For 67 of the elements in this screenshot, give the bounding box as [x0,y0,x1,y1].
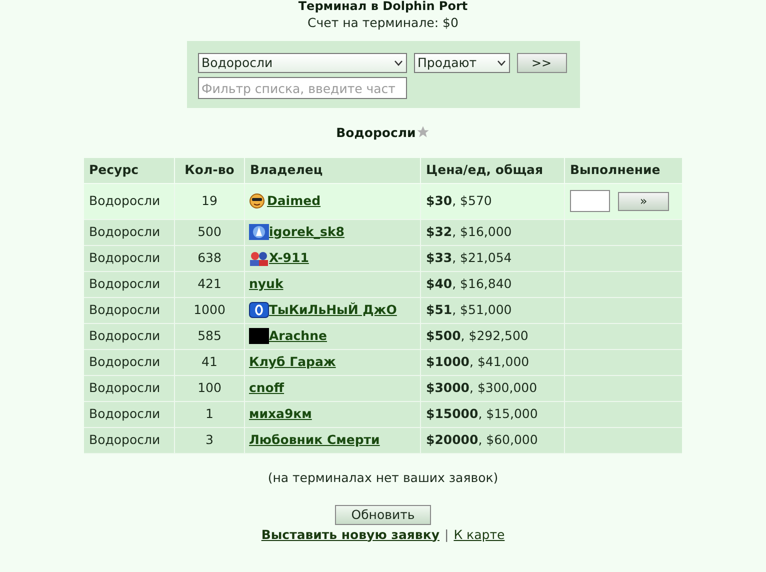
table-cell-text: 100 [198,378,222,397]
refresh-button[interactable]: Обновить [335,504,431,524]
filled-square-icon [249,328,269,344]
table-cell-text: $1000, $41,000 [426,352,530,371]
owner-link[interactable]: igorek_sk8 [269,222,344,242]
table-cell-text: Водоросли [89,430,160,449]
table-cell-text: $51, $51,000 [426,300,512,319]
resource-select[interactable]: Водоросли [198,53,406,73]
table-cell-text: $32, $16,000 [426,222,512,241]
table-cell-text: 19 [202,192,218,210]
table-cell-text: Водоросли [89,274,160,293]
chevron-down-icon [496,60,506,66]
table-cell-text: $40, $16,840 [426,274,512,293]
no-orders-note: (на терминалах нет ваших заявок) [268,468,498,487]
page-title: Терминал в Dolphin Port [298,0,468,13]
table-cell-text: $33, $21,054 [426,248,512,267]
owner-link[interactable]: cnoff [249,378,284,398]
table-cell-text: Водоросли [89,192,160,210]
table-cell-text: 585 [198,326,222,345]
owner-link[interactable]: nyuk [249,274,284,294]
table-cell-text: 421 [198,274,222,293]
chevron-down-icon [394,60,402,66]
table-cell-text: Водоросли [89,352,160,371]
filter-input[interactable]: Фильтр списка, введите част [198,77,406,99]
table-cell-text: $500, $292,500 [426,326,528,345]
table-cell-text: Водоросли [89,300,160,319]
table-cell-text: 1000 [194,300,226,319]
owner-link[interactable]: Arachne [269,326,327,346]
table-cell-text: Водоросли [89,378,160,397]
owner-link[interactable]: Daimed [267,192,321,211]
account-balance: Счет на терминале: $0 [308,15,458,31]
star-icon[interactable] [416,124,430,139]
owner-link[interactable]: Клуб Гараж [249,352,336,372]
table-cell-text: Водоросли [89,326,160,345]
column-header: Выполнение [569,160,662,179]
owner-link[interactable]: миха9км [249,404,312,424]
mode-select[interactable]: Продают [414,53,510,73]
table-cell-text: Водоросли [89,222,160,241]
nav-link[interactable]: Выставить новую заявку [261,526,440,544]
column-header: Цена/ед, общая [421,158,565,183]
table-cell-text: 41 [202,352,218,371]
table-cell-text: $3000, $300,000 [426,378,538,397]
table-cell-text: Водоросли [89,404,160,423]
two-people-icon [249,250,269,266]
table-cell-text: $20000, $60,000 [426,430,538,449]
link-separator: | [444,526,449,544]
table-cell-text: 3 [206,430,214,449]
resource-heading: Водоросли [336,124,416,142]
table-cell-text: 1 [206,404,214,423]
owner-link[interactable]: X-911 [269,248,309,268]
nav-link[interactable]: К карте [454,526,505,544]
owner-link[interactable]: Любовник Смерти [249,430,380,450]
sunglasses-face-icon [249,193,265,210]
quantity-input[interactable] [570,190,610,212]
buy-button[interactable]: » [618,192,669,211]
table-cell-text: 500 [198,222,222,241]
table-cell-text: 638 [198,248,222,267]
table-cell-text: $30, $570 [426,192,492,210]
column-header: Владелец [245,158,421,183]
column-header: Кол-во [175,158,245,183]
table-cell-text: Водоросли [89,248,160,267]
owner-link[interactable]: ТыКиЛьНыЙ ДжО [269,300,397,320]
zero-badge-icon [249,302,269,318]
badge-icon [249,224,269,240]
go-button[interactable]: >> [516,53,566,73]
table-cell-text: $15000, $15,000 [426,404,538,423]
column-header: Ресурс [84,158,175,183]
